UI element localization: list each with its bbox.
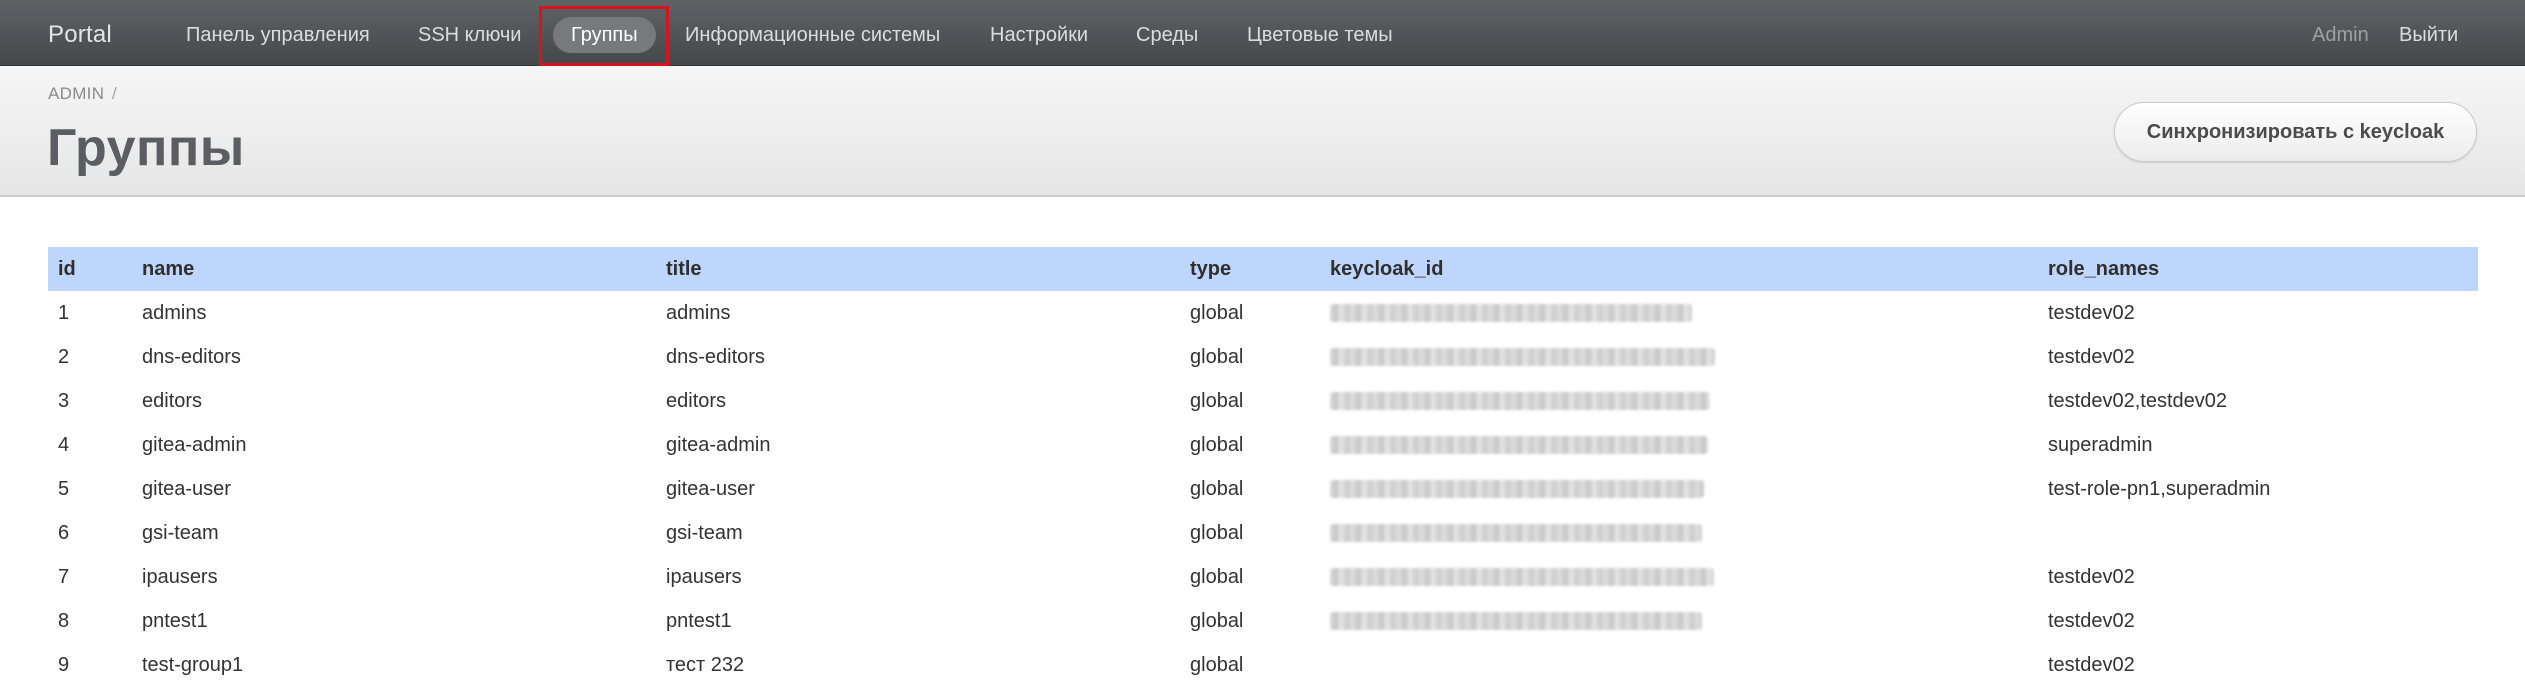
cell-keycloak-id (1320, 467, 2038, 511)
cell-id: 8 (58, 609, 70, 632)
cell-role-names: testdev02 (2048, 653, 2135, 676)
cell-keycloak-id (1320, 423, 2038, 467)
cell-title: admins (666, 301, 731, 324)
cell-keycloak-id (1320, 335, 2038, 379)
cell-name: test-group1 (142, 653, 244, 676)
cell-role-names: test-role-pn1,superadmin (2048, 477, 2271, 500)
cell-keycloak-id (1320, 643, 2038, 687)
cell-role-names (2038, 511, 2478, 555)
table-header-row: id name title type keycloak_id role_name… (48, 247, 2478, 291)
cell-role-names: superadmin (2048, 433, 2153, 456)
cell-keycloak-id (1320, 379, 2038, 423)
cell-id: 5 (58, 477, 70, 500)
cell-title: gitea-user (666, 477, 755, 500)
cell-id: 3 (58, 389, 70, 412)
cell-type: global (1190, 521, 1244, 544)
cell-id: 9 (58, 653, 70, 676)
brand-logo[interactable]: Portal (48, 0, 112, 66)
column-header-title: title (656, 247, 1180, 291)
breadcrumb-separator: / (112, 84, 117, 103)
table-row[interactable]: 5 gitea-user gitea-user global test-role… (48, 467, 2478, 511)
cell-type: global (1190, 345, 1244, 368)
cell-type: global (1190, 433, 1244, 456)
cell-title: тест 232 (666, 653, 745, 676)
groups-table: id name title type keycloak_id role_name… (48, 247, 2478, 687)
cell-type: global (1190, 301, 1244, 324)
redacted-keycloak-id (1330, 612, 1702, 631)
cell-name: gsi-team (142, 521, 219, 544)
nav-item-environments[interactable]: Среды (1136, 17, 1198, 53)
cell-role-names: testdev02 (2048, 345, 2135, 368)
column-header-role-names: role_names (2038, 247, 2478, 291)
nav-item-groups[interactable]: Группы (553, 17, 656, 53)
redacted-keycloak-id (1330, 304, 1692, 323)
cell-keycloak-id (1320, 599, 2038, 643)
cell-title: editors (666, 389, 727, 412)
cell-type: global (1190, 609, 1244, 632)
redacted-keycloak-id (1330, 524, 1702, 543)
cell-role-names: testdev02,testdev02 (2048, 389, 2228, 412)
table-row[interactable]: 4 gitea-admin gitea-admin global superad… (48, 423, 2478, 467)
sync-keycloak-button[interactable]: Синхронизировать с keycloak (2114, 102, 2477, 162)
cell-name: gitea-user (142, 477, 231, 500)
cell-keycloak-id (1320, 511, 2038, 555)
cell-keycloak-id (1320, 555, 2038, 599)
breadcrumb-admin[interactable]: ADMIN (48, 84, 104, 104)
table-row[interactable]: 2 dns-editors dns-editors global testdev… (48, 335, 2478, 379)
cell-type: global (1190, 477, 1244, 500)
cell-role-names: testdev02 (2048, 565, 2135, 588)
nav-item-settings[interactable]: Настройки (990, 17, 1088, 53)
cell-name: pntest1 (142, 609, 208, 632)
cell-name: gitea-admin (142, 433, 247, 456)
user-name-link[interactable]: Admin (2312, 17, 2369, 53)
nav-item-ssh-keys[interactable]: SSH ключи (418, 17, 521, 53)
table-row[interactable]: 6 gsi-team gsi-team global (48, 511, 2478, 555)
redacted-keycloak-id (1330, 480, 1704, 499)
cell-role-names: testdev02 (2048, 301, 2135, 324)
nav-item-information-systems[interactable]: Информационные системы (685, 17, 940, 53)
cell-id: 2 (58, 345, 70, 368)
column-header-name: name (132, 247, 656, 291)
column-header-keycloak-id: keycloak_id (1320, 247, 2038, 291)
redacted-keycloak-id (1330, 392, 1710, 411)
cell-title: dns-editors (666, 345, 765, 368)
cell-name: editors (142, 389, 203, 412)
redacted-keycloak-id (1330, 568, 1714, 587)
cell-type: global (1190, 565, 1244, 588)
cell-name: ipausers (142, 565, 218, 588)
column-header-type: type (1180, 247, 1320, 291)
cell-title: gitea-admin (666, 433, 771, 456)
cell-type: global (1190, 653, 1244, 676)
nav-item-dashboard[interactable]: Панель управления (186, 17, 370, 53)
cell-title: gsi-team (666, 521, 743, 544)
logout-link[interactable]: Выйти (2399, 17, 2458, 53)
redacted-keycloak-id (1330, 348, 1715, 367)
cell-keycloak-id (1320, 291, 2038, 335)
cell-type: global (1190, 389, 1244, 412)
cell-id: 4 (58, 433, 70, 456)
cell-id: 6 (58, 521, 70, 544)
cell-name: admins (142, 301, 207, 324)
cell-role-names: testdev02 (2048, 609, 2135, 632)
page-header: ADMIN / Группы Синхронизировать с keyclo… (0, 66, 2525, 197)
nav-item-color-themes[interactable]: Цветовые темы (1247, 17, 1393, 53)
table-row[interactable]: 7 ipausers ipausers global testdev02 (48, 555, 2478, 599)
cell-id: 1 (58, 301, 70, 324)
redacted-keycloak-id (1330, 436, 1708, 455)
page-title: Группы (47, 119, 245, 177)
top-navbar: Portal Панель управления SSH ключи Групп… (0, 0, 2525, 66)
table-row[interactable]: 8 pntest1 pntest1 global testdev02 (48, 599, 2478, 643)
column-header-id: id (48, 247, 132, 291)
cell-id: 7 (58, 565, 70, 588)
cell-name: dns-editors (142, 345, 241, 368)
cell-title: ipausers (666, 565, 742, 588)
cell-title: pntest1 (666, 609, 732, 632)
table-row[interactable]: 3 editors editors global testdev02,testd… (48, 379, 2478, 423)
table-row[interactable]: 9 test-group1 тест 232 global testdev02 (48, 643, 2478, 687)
table-row[interactable]: 1 admins admins global testdev02 (48, 291, 2478, 335)
